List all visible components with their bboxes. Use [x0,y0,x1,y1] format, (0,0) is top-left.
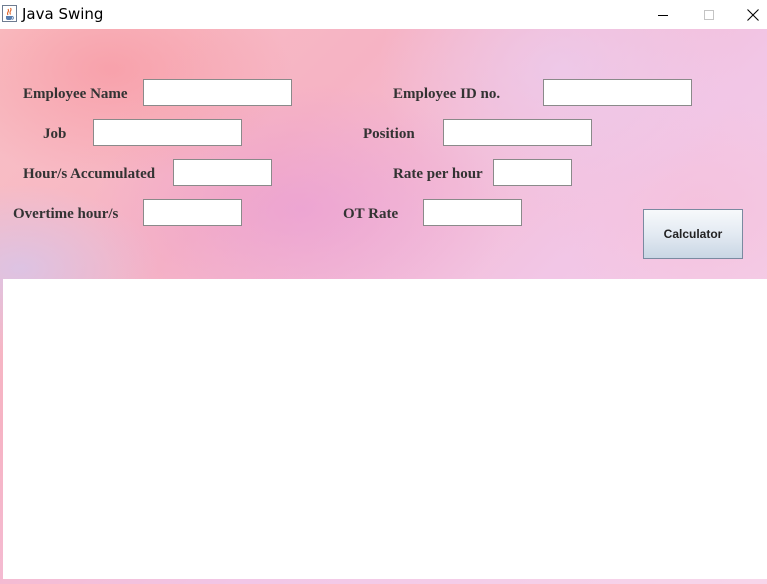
job-field[interactable] [93,119,242,146]
maximize-icon [704,9,714,20]
calculator-button[interactable]: Calculator [643,209,743,259]
employee-name-field[interactable] [143,79,292,106]
minimize-button[interactable] [640,0,686,29]
employee-id-label: Employee ID no. [393,86,501,102]
rate-per-hour-label: Rate per hour [393,166,483,182]
employee-id-field[interactable] [543,79,692,106]
employee-name-label: Employee Name [23,86,128,102]
close-icon [747,8,759,21]
form-panel: Employee Name Employee ID no. Job Positi… [0,29,767,584]
minimize-icon [658,14,668,16]
ot-rate-field[interactable] [423,199,522,226]
hours-accumulated-field[interactable] [173,159,272,186]
ot-rate-label: OT Rate [343,206,399,222]
job-label: Job [43,126,67,142]
maximize-button[interactable] [686,0,732,29]
close-button[interactable] [730,0,767,29]
hours-accumulated-label: Hour/s Accumulated [23,166,156,182]
output-text-area[interactable] [3,279,767,579]
position-field[interactable] [443,119,592,146]
title-bar: Java Swing [0,0,767,29]
overtime-hours-field[interactable] [143,199,242,226]
window-title: Java Swing [22,5,104,23]
overtime-hours-label: Overtime hour/s [13,206,119,222]
position-label: Position [363,126,415,142]
rate-per-hour-field[interactable] [493,159,572,186]
java-cup-icon [2,5,17,22]
